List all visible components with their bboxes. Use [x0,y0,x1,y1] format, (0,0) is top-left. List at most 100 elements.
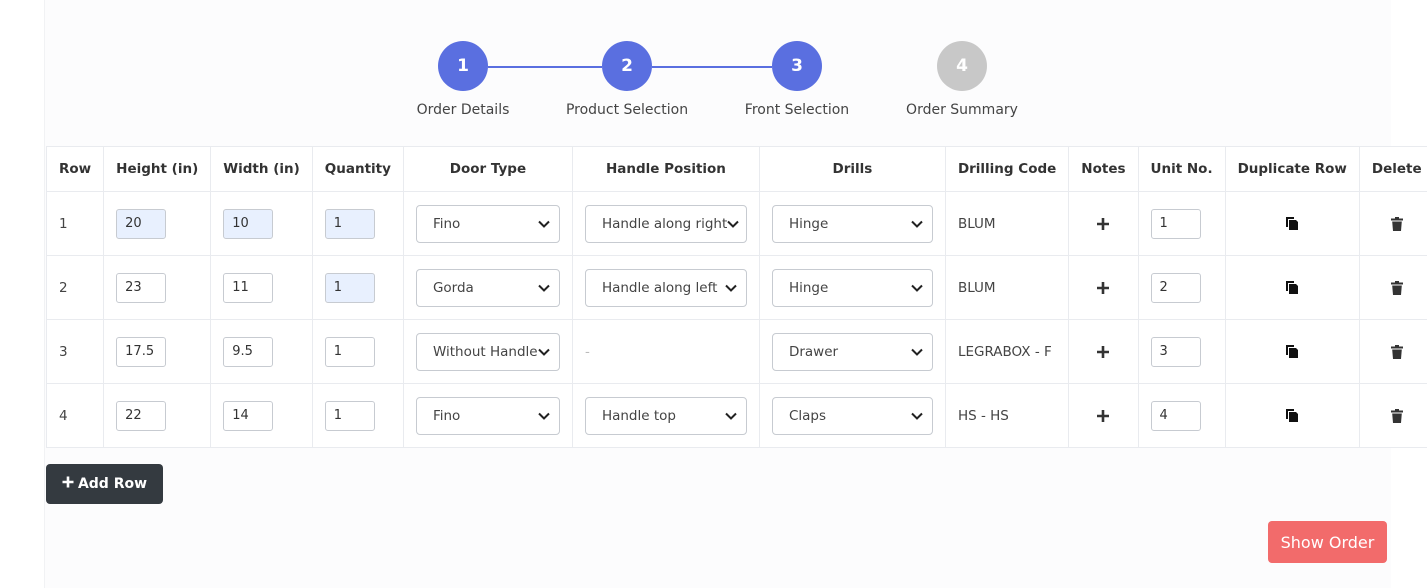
door-type-select[interactable]: Fino [415,204,560,243]
chevron-down-icon [537,281,551,295]
door-type-value: Fino [432,407,461,424]
unit-no-input[interactable] [1150,400,1201,431]
drilling-code: BLUM [944,255,1070,320]
add-row-label: Add Row [77,476,148,492]
col-header-drills: Drills [758,146,946,192]
row-number: 2 [45,255,105,320]
quantity-input[interactable] [324,208,375,239]
width-input[interactable] [223,208,274,239]
table-row: 2 Gorda Handle along left Hinge BLUM [45,255,1427,320]
chevron-down-icon [910,217,924,231]
trash-icon[interactable] [1386,213,1408,235]
step-connector-1-2 [488,66,602,68]
table-row: 4 Fino Handle top Claps HS - HS [45,383,1427,448]
step-2-circle[interactable]: 2 [602,41,652,91]
step-3-label: Front Selection [744,102,850,118]
col-header-handle-position: Handle Position [571,146,760,192]
trash-icon[interactable] [1386,341,1408,363]
step-1-circle[interactable]: 1 [438,41,488,91]
handle-position-value: Handle top [601,407,676,424]
copy-icon[interactable] [1281,212,1303,234]
row-number: 4 [45,383,105,448]
door-type-value: Fino [432,215,461,232]
table-row: 1 Fino Handle along right Hinge BLUM [45,191,1427,256]
col-header-height: Height (in) [103,146,212,192]
row-number: 3 [45,319,105,384]
unit-no-input[interactable] [1150,272,1201,303]
door-type-select[interactable]: Fino [415,396,560,435]
handle-position-select[interactable]: Handle along left [584,268,747,307]
copy-icon[interactable] [1281,276,1303,298]
unit-no-input[interactable] [1150,208,1201,239]
handle-position-select[interactable]: Handle top [584,396,747,435]
step-4-label: Order Summary [906,102,1018,118]
chevron-down-icon [727,217,739,231]
drills-value: Claps [788,407,826,424]
chevron-down-icon [910,281,924,295]
drilling-code: HS - HS [944,383,1070,448]
door-type-select[interactable]: Without Handle [415,332,560,371]
quantity-input[interactable] [324,336,375,367]
plus-icon[interactable] [1092,405,1114,427]
door-type-value: Gorda [432,279,474,296]
chevron-down-icon [910,409,924,423]
unit-no-input[interactable] [1150,336,1201,367]
handle-position-value: Handle along right [601,215,728,232]
drills-value: Hinge [788,279,829,296]
height-input[interactable] [116,400,167,431]
width-input[interactable] [223,336,274,367]
quantity-input[interactable] [324,272,375,303]
step-3-circle[interactable]: 3 [772,41,822,91]
drilling-code: BLUM [944,191,1070,256]
col-header-notes: Notes [1068,146,1139,192]
drills-value: Hinge [788,215,829,232]
drills-select[interactable]: Hinge [771,204,933,243]
table-row: 3 Without Handle - Drawer LEGRABOX - F [45,319,1427,384]
plus-icon [62,476,74,492]
chevron-down-icon [538,345,551,359]
height-input[interactable] [116,272,167,303]
door-type-select[interactable]: Gorda [415,268,560,307]
handle-position-select[interactable]: Handle along right [584,204,747,243]
step-2-label: Product Selection [565,102,689,118]
step-connector-2-3 [652,66,772,68]
fronts-table: Row Height (in) Width (in) Quantity Door… [45,146,1427,448]
drills-value: Drawer [788,343,839,360]
drilling-code: LEGRABOX - F [944,319,1070,384]
chevron-down-icon [537,409,551,423]
step-1-label: Order Details [416,102,510,118]
quantity-input[interactable] [324,400,375,431]
col-header-drilling-code: Drilling Code [944,146,1070,192]
copy-icon[interactable] [1281,404,1303,426]
plus-icon[interactable] [1092,341,1114,363]
col-header-delete: Delete [1358,146,1427,192]
chevron-down-icon [724,281,738,295]
step-4-circle[interactable]: 4 [937,41,987,91]
chevron-down-icon [724,409,738,423]
drills-select[interactable]: Drawer [771,332,933,371]
show-order-button[interactable]: Show Order [1268,521,1387,563]
trash-icon[interactable] [1386,277,1408,299]
progress-stepper: 1 2 3 4 Order Details Product Selection … [0,0,1427,140]
height-input[interactable] [116,336,167,367]
chevron-down-icon [910,345,924,359]
plus-icon[interactable] [1092,277,1114,299]
table-header-row: Row Height (in) Width (in) Quantity Door… [45,146,1427,192]
handle-position-empty: - [584,343,590,360]
col-header-unit-no: Unit No. [1137,146,1226,192]
handle-position-value: Handle along left [601,279,718,296]
drills-select[interactable]: Hinge [771,268,933,307]
width-input[interactable] [223,400,274,431]
drills-select[interactable]: Claps [771,396,933,435]
height-input[interactable] [116,208,167,239]
trash-icon[interactable] [1386,405,1408,427]
chevron-down-icon [537,217,551,231]
add-row-button[interactable]: Add Row [46,464,163,504]
row-number: 1 [45,191,105,256]
col-header-quantity: Quantity [311,146,404,192]
col-header-duplicate-row: Duplicate Row [1224,146,1360,192]
copy-icon[interactable] [1281,340,1303,362]
plus-icon[interactable] [1092,213,1114,235]
width-input[interactable] [223,272,274,303]
col-header-door-type: Door Type [402,146,573,192]
